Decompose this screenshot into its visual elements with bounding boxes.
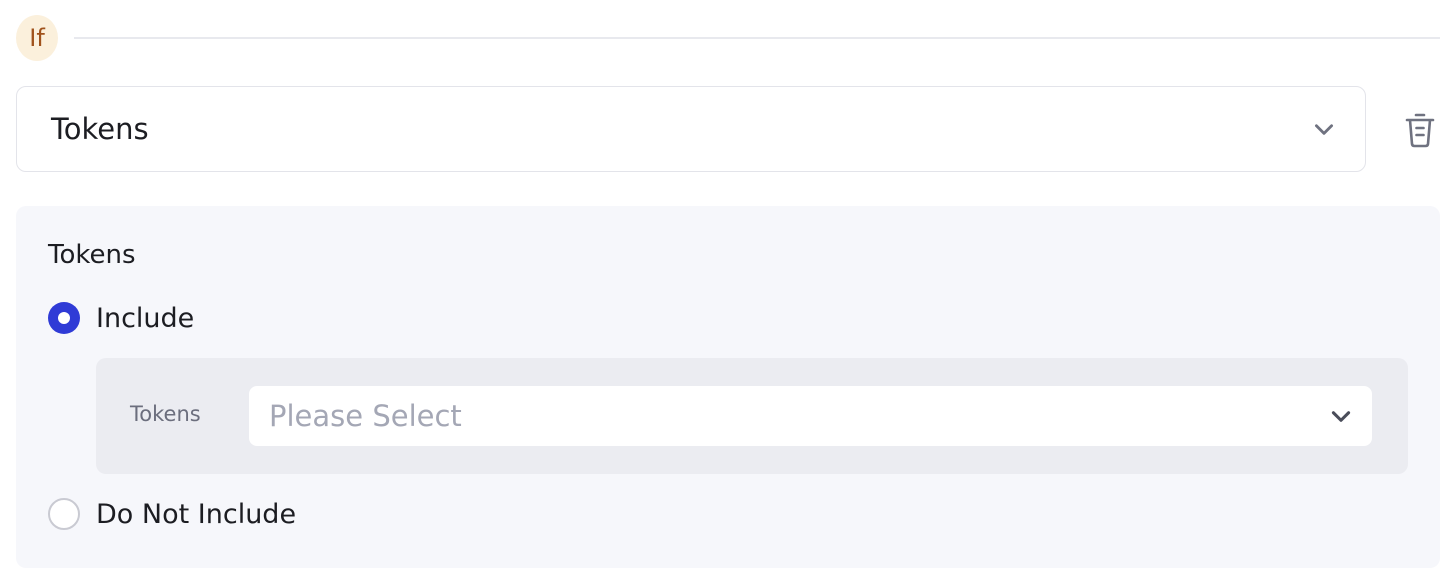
- tokens-panel: Tokens Include Tokens Please Select Do N…: [16, 206, 1440, 568]
- tokens-field-label: Tokens: [130, 402, 201, 426]
- field-select[interactable]: Tokens: [16, 86, 1366, 172]
- delete-condition-button[interactable]: [1400, 110, 1440, 150]
- tokens-select[interactable]: Please Select: [249, 386, 1372, 446]
- radio-unselected-indicator[interactable]: [48, 498, 80, 530]
- radio-do-not-include[interactable]: Do Not Include: [48, 498, 296, 530]
- tokens-select-placeholder: Please Select: [269, 399, 462, 433]
- divider: [74, 37, 1440, 39]
- radio-selected-indicator[interactable]: [48, 302, 80, 334]
- trash-icon: [1405, 113, 1435, 148]
- chevron-down-icon: [1331, 411, 1351, 422]
- include-details: Tokens Please Select: [96, 358, 1408, 474]
- condition-header: If: [16, 14, 1440, 62]
- if-badge: If: [16, 15, 58, 61]
- field-select-value: Tokens: [51, 112, 149, 146]
- radio-include-label: Include: [96, 302, 195, 334]
- radio-do-not-include-label: Do Not Include: [96, 498, 297, 530]
- chevron-down-icon: [1315, 124, 1333, 135]
- radio-include[interactable]: Include: [48, 302, 194, 334]
- condition-editor: If Tokens Tokens Include Tokens Please S…: [0, 0, 1454, 584]
- panel-title: Tokens: [48, 240, 136, 270]
